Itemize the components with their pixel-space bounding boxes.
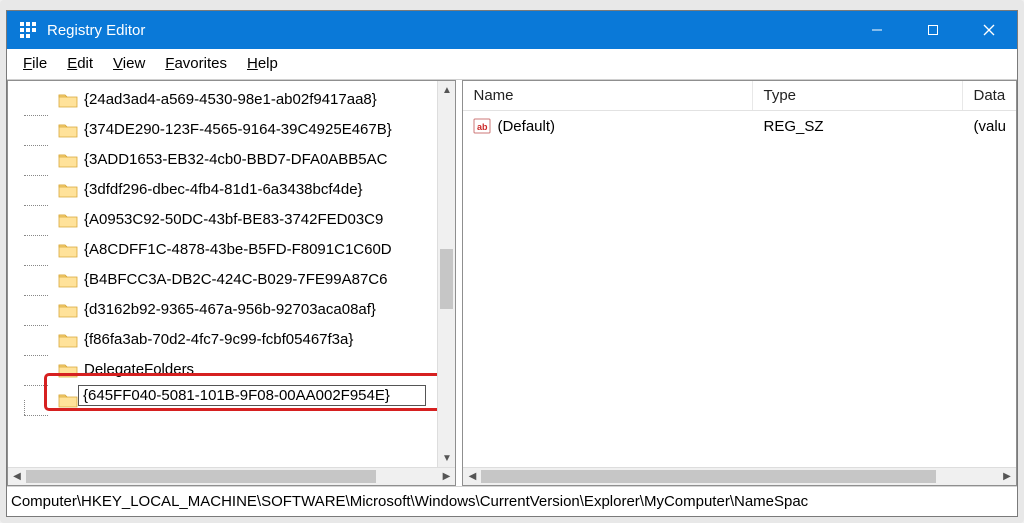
close-button[interactable] — [961, 11, 1017, 49]
column-data[interactable]: Data — [963, 81, 1016, 110]
minimize-button[interactable] — [849, 11, 905, 49]
folder-icon — [58, 182, 78, 198]
folder-icon — [58, 122, 78, 138]
tree-item[interactable]: {f86fa3ab-70d2-4fc7-9c99-fcbf05467f3a} — [18, 325, 437, 355]
tree-item-label: {A0953C92-50DC-43bf-BE83-3742FED03C9 — [84, 205, 383, 235]
tree-item-label: {d3162b92-9365-467a-956b-92703aca08af} — [84, 295, 376, 325]
tree-item[interactable]: {3ADD1653-EB32-4cb0-BBD7-DFA0ABB5AC — [18, 145, 437, 175]
scroll-right-icon[interactable]: ▶ — [998, 468, 1016, 485]
scroll-up-icon[interactable]: ▲ — [438, 81, 455, 99]
scroll-hthumb[interactable] — [481, 470, 936, 483]
scroll-hthumb[interactable] — [26, 470, 376, 483]
tree-item-label: {24ad3ad4-a569-4530-98e1-ab02f9417aa8} — [84, 85, 377, 115]
scroll-down-icon[interactable]: ▼ — [438, 449, 455, 467]
scroll-left-icon[interactable]: ◀ — [8, 468, 26, 485]
tree-item[interactable]: DelegateFolders — [18, 355, 437, 385]
string-value-icon: ab — [473, 117, 491, 135]
list-row[interactable]: ab (Default) REG_SZ (valu — [463, 111, 1016, 141]
tree-panel: {24ad3ad4-a569-4530-98e1-ab02f9417aa8}{3… — [7, 80, 456, 486]
tree-item[interactable]: {374DE290-123F-4565-9164-39C4925E467B} — [18, 115, 437, 145]
maximize-button[interactable] — [905, 11, 961, 49]
tree-horizontal-scrollbar[interactable]: ◀ ▶ — [8, 467, 455, 485]
window-controls — [849, 11, 1017, 49]
values-panel: Name Type Data ab (Defa — [462, 80, 1017, 486]
registry-editor-window: Registry Editor File Edit View Favorites… — [6, 10, 1018, 517]
folder-icon — [58, 362, 78, 378]
app-icon — [17, 19, 39, 41]
folder-icon — [58, 212, 78, 228]
value-data: (valu — [973, 118, 1006, 135]
menu-help[interactable]: Help — [237, 53, 288, 74]
tree-item-label: {f86fa3ab-70d2-4fc7-9c99-fcbf05467f3a} — [84, 325, 353, 355]
list-body: ab (Default) REG_SZ (valu — [463, 111, 1016, 467]
value-name: (Default) — [497, 118, 555, 135]
outer-chrome: Registry Editor File Edit View Favorites… — [0, 0, 1024, 523]
folder-icon — [58, 92, 78, 108]
tree-item[interactable]: {3dfdf296-dbec-4fb4-81d1-6a3438bcf4de} — [18, 175, 437, 205]
scroll-left-icon[interactable]: ◀ — [463, 468, 481, 485]
tree-item[interactable]: {24ad3ad4-a569-4530-98e1-ab02f9417aa8} — [18, 85, 437, 115]
column-type[interactable]: Type — [753, 81, 963, 110]
tree-item[interactable]: {A0953C92-50DC-43bf-BE83-3742FED03C9 — [18, 205, 437, 235]
menu-edit[interactable]: Edit — [57, 53, 103, 74]
key-rename-input[interactable] — [78, 385, 426, 406]
folder-icon — [58, 302, 78, 318]
scroll-right-icon[interactable]: ▶ — [437, 468, 455, 485]
tree-item-label: {3ADD1653-EB32-4cb0-BBD7-DFA0ABB5AC — [84, 145, 388, 175]
window-title: Registry Editor — [47, 22, 849, 39]
folder-icon — [58, 152, 78, 168]
statusbar: Computer\HKEY_LOCAL_MACHINE\SOFTWARE\Mic… — [7, 486, 1017, 516]
folder-icon — [58, 392, 78, 408]
menu-favorites-label: avorites — [174, 55, 227, 72]
scroll-htrack[interactable] — [26, 468, 437, 485]
menu-file-label: ile — [32, 55, 47, 72]
tree-item[interactable]: {d3162b92-9365-467a-956b-92703aca08af} — [18, 295, 437, 325]
main-split: {24ad3ad4-a569-4530-98e1-ab02f9417aa8}{3… — [7, 79, 1017, 486]
menubar: File Edit View Favorites Help — [7, 49, 1017, 79]
tree-item-label: DelegateFolders — [84, 355, 194, 385]
menu-file[interactable]: File — [13, 53, 57, 74]
folder-icon — [58, 332, 78, 348]
folder-icon — [58, 242, 78, 258]
tree-item-label: {374DE290-123F-4565-9164-39C4925E467B} — [84, 115, 392, 145]
scroll-htrack[interactable] — [481, 468, 998, 485]
menu-favorites[interactable]: Favorites — [155, 53, 237, 74]
titlebar: Registry Editor — [7, 11, 1017, 49]
tree-item[interactable]: {B4BFCC3A-DB2C-424C-B029-7FE99A87C6 — [18, 265, 437, 295]
status-path: Computer\HKEY_LOCAL_MACHINE\SOFTWARE\Mic… — [11, 493, 808, 510]
folder-icon — [58, 272, 78, 288]
scroll-thumb[interactable] — [440, 249, 453, 309]
menu-view[interactable]: View — [103, 53, 155, 74]
svg-text:ab: ab — [477, 122, 488, 132]
tree-item-label: {A8CDFF1C-4878-43be-B5FD-F8091C1C60D — [84, 235, 392, 265]
values-horizontal-scrollbar[interactable]: ◀ ▶ — [463, 467, 1016, 485]
tree-item-label: {B4BFCC3A-DB2C-424C-B029-7FE99A87C6 — [84, 265, 387, 295]
value-type: REG_SZ — [763, 118, 823, 135]
tree-scroll-area[interactable]: {24ad3ad4-a569-4530-98e1-ab02f9417aa8}{3… — [8, 81, 437, 467]
tree-vertical-scrollbar[interactable]: ▲ ▼ — [437, 81, 455, 467]
menu-view-label: iew — [123, 55, 146, 72]
menu-edit-label: dit — [77, 55, 93, 72]
tree-item[interactable]: {A8CDFF1C-4878-43be-B5FD-F8091C1C60D — [18, 235, 437, 265]
tree-item-label: {3dfdf296-dbec-4fb4-81d1-6a3438bcf4de} — [84, 175, 363, 205]
column-name[interactable]: Name — [463, 81, 753, 110]
list-header: Name Type Data — [463, 81, 1016, 111]
menu-help-label: elp — [258, 55, 278, 72]
scroll-track[interactable] — [438, 99, 455, 449]
